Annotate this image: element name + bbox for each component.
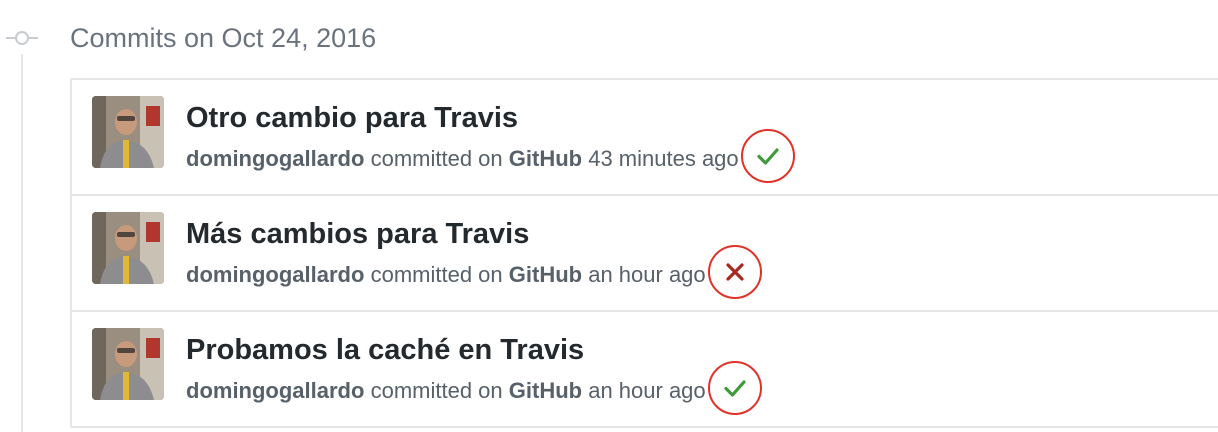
ci-status-failure[interactable] [706,244,762,299]
commit-platform-text: GitHub [508,146,583,171]
check-icon [741,129,795,183]
commit-history-page: Commits on Oct 24, 2016 Otro cambio para… [0,0,1218,432]
commit-list: Otro cambio para Travis domingogallardo … [70,78,1218,428]
commit-title-link[interactable]: Probamos la caché en Travis [186,330,584,370]
commit-platform-text: GitHub [508,378,583,403]
commit-meta: domingogallardo committed on GitHub an h… [186,244,762,299]
commit-action-text: committed on [370,378,503,403]
commit-time: an hour ago [588,262,706,287]
ci-status-success[interactable] [739,128,795,183]
avatar[interactable] [92,212,164,284]
commit-action-text: committed on [370,146,503,171]
commit-row: Más cambios para Travis domingogallardo … [72,196,1218,312]
commit-row: Otro cambio para Travis domingogallardo … [72,80,1218,196]
commit-author-link[interactable]: domingogallardo [186,376,364,406]
commit-author-link[interactable]: domingogallardo [186,260,364,290]
commit-time: an hour ago [588,378,706,403]
ci-status-success[interactable] [706,360,762,415]
commit-title-link[interactable]: Más cambios para Travis [186,214,529,254]
commit-meta: domingogallardo committed on GitHub 43 m… [186,128,795,183]
commit-node-icon [6,29,38,47]
commit-meta: domingogallardo committed on GitHub an h… [186,360,762,415]
commit-time: 43 minutes ago [588,146,739,171]
commit-action-text: committed on [370,262,503,287]
commit-group-title: Commits on Oct 24, 2016 [70,23,377,53]
commit-platform-text: GitHub [508,262,583,287]
timeline-line [21,54,23,432]
avatar[interactable] [92,328,164,400]
commit-title-link[interactable]: Otro cambio para Travis [186,98,518,138]
avatar[interactable] [92,96,164,168]
x-icon [708,245,762,299]
check-icon [708,361,762,415]
commit-author-link[interactable]: domingogallardo [186,144,364,174]
commit-row: Probamos la caché en Travis domingogalla… [72,312,1218,428]
